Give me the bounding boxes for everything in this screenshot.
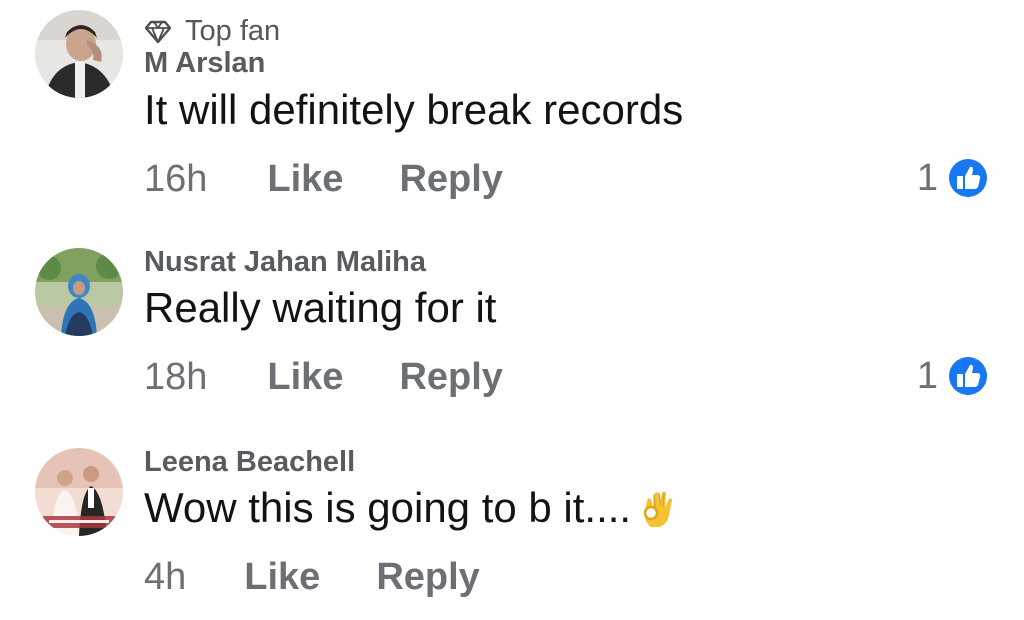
comment-author[interactable]: M Arslan [144,47,265,80]
comment-body: It will definitely break records [144,86,684,133]
comment-body: Wow this is going to b it.... [144,484,632,531]
comment-actions: 4h Like Reply [144,556,480,599]
comment-time[interactable]: 16h [144,158,207,201]
like-button[interactable]: Like [244,556,320,599]
reaction-count: 1 [916,156,938,199]
like-button[interactable]: Like [267,158,343,201]
comment-text: It will definitely break records [144,86,683,134]
comment-text: Wow this is going to b it.... [144,484,679,532]
comment-body: Really waiting for it [144,284,497,331]
comment-actions: 18h Like Reply [144,356,503,399]
avatar[interactable] [35,448,123,536]
like-button[interactable]: Like [267,356,343,399]
diamond-icon [144,20,172,44]
comment-item: Leena Beachell Wow this is going to b it… [0,420,1024,620]
reply-button[interactable]: Reply [399,158,502,201]
ok-hand-emoji [643,491,673,527]
comment-actions: 16h Like Reply [144,158,503,201]
avatar[interactable] [35,10,123,98]
comment-author[interactable]: Leena Beachell [144,446,355,479]
thumbs-up-icon [947,157,989,199]
comment-time[interactable]: 18h [144,356,207,399]
reaction-count: 1 [916,354,938,397]
reply-button[interactable]: Reply [399,356,502,399]
reaction-summary[interactable]: 1 [917,156,990,200]
thumbs-up-icon [947,355,989,397]
comment-item: Top fan M Arslan It will definitely brea… [0,0,1024,220]
reply-button[interactable]: Reply [376,556,479,599]
comment-author[interactable]: Nusrat Jahan Maliha [144,246,426,279]
comment-item: Nusrat Jahan Maliha Really waiting for i… [0,220,1024,420]
comment-time[interactable]: 4h [144,556,186,599]
comment-text: Really waiting for it [144,284,496,332]
reaction-summary[interactable]: 1 [917,354,990,398]
avatar[interactable] [35,248,123,336]
badge-label: Top fan [185,14,281,47]
top-fan-badge: Top fan [143,14,280,48]
